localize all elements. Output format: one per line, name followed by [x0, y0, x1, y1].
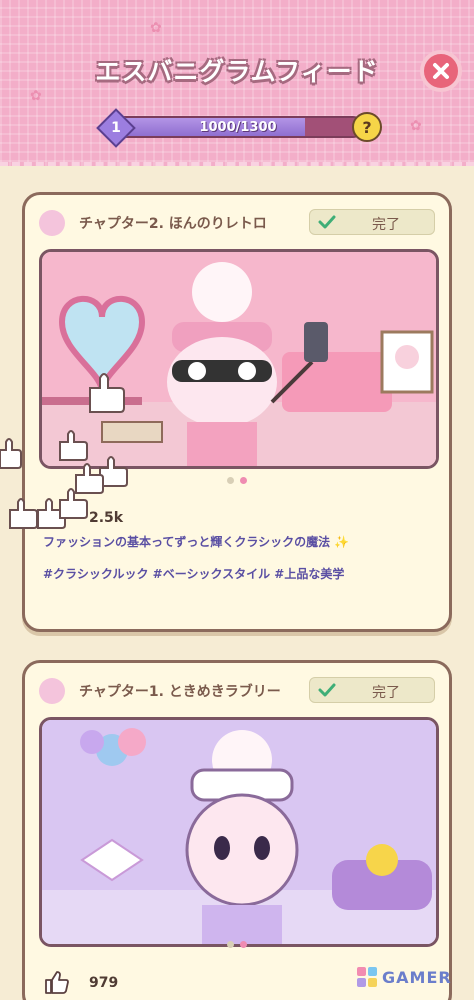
completed-label: 完了: [372, 685, 400, 701]
help-button[interactable]: ?: [352, 112, 382, 142]
level-progress-bar: 1000/1300: [112, 116, 364, 138]
close-icon: [433, 63, 449, 79]
carousel-dot-active[interactable]: [240, 477, 247, 484]
gamer-watermark-logo: GAMER: [356, 966, 452, 988]
chapter-title: チャプター2. ほんのりレトロ: [79, 216, 267, 232]
completed-badge: 完了: [309, 209, 435, 235]
carousel-dot[interactable]: [227, 941, 234, 948]
thumbs-up-icon[interactable]: [43, 969, 69, 995]
carousel-dot[interactable]: [227, 477, 234, 484]
close-button[interactable]: [420, 50, 462, 92]
gamer-logo-text: GAMER: [382, 967, 452, 987]
chapter-title: チャプター1. ときめきラブリー: [79, 684, 281, 700]
carousel-dot-active[interactable]: [240, 941, 247, 948]
chapter-avatar: [39, 210, 65, 236]
post-photo[interactable]: [39, 717, 439, 947]
photo-carousel-dots[interactable]: [25, 941, 449, 948]
completed-label: 完了: [372, 217, 400, 233]
likes-count: 979: [89, 975, 119, 991]
chapter-avatar: [39, 678, 65, 704]
checkmark-icon: [318, 215, 336, 229]
gamer-logo-icon: [357, 967, 377, 987]
progress-text: 1000/1300: [199, 119, 277, 135]
checkmark-icon: [318, 683, 336, 697]
header-bar: ✿ ✿ ✿ エスバニグラムフィード 1000/1300 1 ?: [0, 0, 474, 166]
flower-decoration: ✿: [410, 118, 422, 134]
flower-decoration: ✿: [30, 88, 42, 104]
flower-decoration: ✿: [150, 20, 162, 36]
completed-badge: 完了: [309, 677, 435, 703]
page-title: エスバニグラムフィード: [95, 57, 379, 86]
level-number: 1: [111, 120, 121, 136]
post-hashtags: #クラシックルック #ベーシックスタイル #上品な美学: [43, 567, 345, 581]
thumbs-up-icon: [0, 373, 128, 529]
feed-post-card: チャプター1. ときめきラブリー 完了 979: [22, 660, 452, 1000]
